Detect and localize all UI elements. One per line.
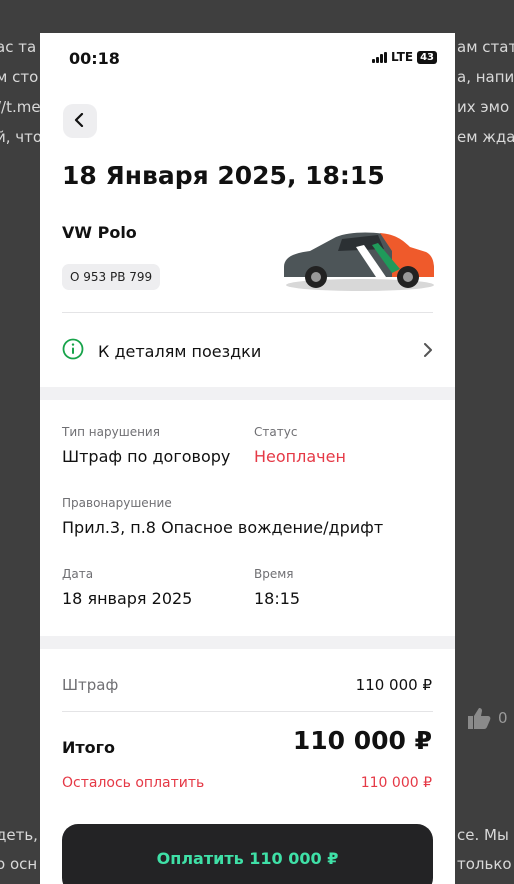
fine-value: 110 000 ₽ [355, 676, 432, 694]
date-label: Дата [62, 567, 94, 581]
car-name: VW Polo [62, 223, 137, 242]
trip-details-label: К деталям поездки [98, 341, 262, 361]
bg-text-right-2: а, напи [457, 68, 514, 86]
license-plate: О 953 РВ 799 [62, 264, 161, 290]
pay-button-label: Оплатить 110 000 ₽ [156, 849, 339, 868]
page-title: 18 Января 2025, 18:15 [62, 161, 385, 190]
trip-details-link[interactable]: К деталям поездки [62, 329, 433, 373]
total-value: 110 000 ₽ [292, 726, 432, 755]
bg-text-left-1: ас та [0, 38, 37, 56]
status-label: Статус [254, 425, 298, 439]
bg-text-bottom-left-1: деть, [0, 826, 38, 844]
violation-type-value: Штраф по договору [62, 447, 231, 466]
bg-text-bottom-right-1: се. Мы [457, 826, 509, 844]
bg-text-bottom-right-2: только [457, 855, 512, 873]
bg-text-left-3: //t.me [0, 98, 41, 116]
time-label: Время [254, 567, 294, 581]
violation-type-label: Тип нарушения [62, 425, 160, 439]
fine-label: Штраф [62, 676, 119, 694]
status-value: Неоплачен [254, 447, 346, 466]
thumbs-up-icon [466, 706, 492, 730]
remaining-label: Осталось оплатить [62, 775, 205, 791]
divider [62, 312, 433, 313]
bg-text-right-1: ам стат [457, 38, 514, 56]
status-icons: LTE 43 [372, 50, 437, 64]
status-time: 00:18 [69, 49, 120, 68]
bg-text-right-4: ем жда [457, 128, 514, 146]
remaining-value: 110 000 ₽ [360, 775, 432, 791]
date-value: 18 января 2025 [62, 589, 193, 608]
info-icon [62, 338, 84, 364]
signal-icon [372, 51, 388, 63]
bg-text-left-2: м сто [0, 68, 39, 86]
chevron-right-icon [423, 342, 433, 361]
like-count: 0 [498, 709, 508, 727]
chevron-left-icon [74, 112, 86, 131]
pay-button[interactable]: Оплатить 110 000 ₽ [62, 824, 433, 884]
status-bar: 00:18 LTE 43 [40, 33, 455, 85]
offense-label: Правонарушение [62, 496, 172, 510]
bg-text-bottom-left-2: о осн [0, 855, 38, 873]
time-value: 18:15 [254, 589, 301, 608]
car-image [280, 225, 440, 299]
back-button[interactable] [63, 104, 97, 138]
network-type: LTE [391, 50, 414, 64]
bg-text-right-3: их эмо [457, 98, 510, 116]
like-button[interactable]: 0 [466, 706, 508, 730]
phone-screen: 00:18 LTE 43 18 Января 2025, 18:15 VW Po… [40, 33, 455, 884]
total-label: Итого [62, 738, 116, 757]
bg-text-left-4: й, что [0, 128, 43, 146]
offense-value: Прил.3, п.8 Опасное вождение/дрифт [62, 518, 384, 537]
battery-icon: 43 [417, 50, 437, 64]
top-card: 00:18 LTE 43 18 Января 2025, 18:15 VW Po… [40, 33, 455, 387]
summary-divider [62, 711, 433, 712]
